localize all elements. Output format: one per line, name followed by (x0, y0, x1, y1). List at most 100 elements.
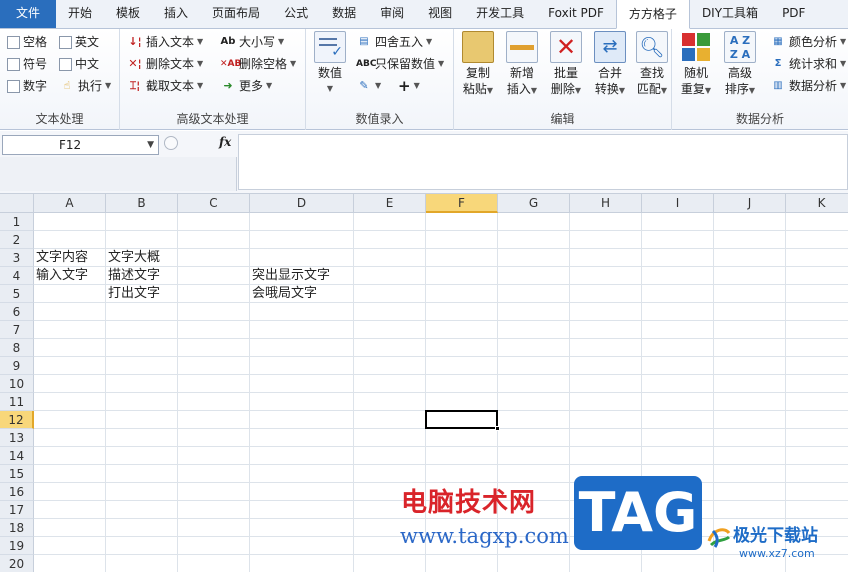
row-header[interactable]: 8 (0, 339, 34, 357)
row-header[interactable]: 2 (0, 231, 34, 249)
delete-text-button[interactable]: ✕¦ 删除文本 ▼ (127, 54, 203, 74)
extract-text-button[interactable]: ⌶¦ 截取文本 ▼ (127, 76, 203, 96)
button-label: 重复 (680, 82, 705, 96)
case-button[interactable]: Ab 大小写 ▼ (220, 32, 285, 52)
round-button[interactable]: ▤ 四舍五入 ▼ (356, 32, 432, 52)
keep-value-button[interactable]: ABC 只保留数值 ▼ (356, 54, 444, 74)
data-analysis-button[interactable]: ▥ 数据分析 ▼ (770, 76, 846, 96)
copy-paste-button[interactable]: 复制 粘贴▼ (456, 31, 500, 99)
checkbox-number[interactable]: 数字 (7, 76, 47, 96)
row-header[interactable]: 5 (0, 285, 34, 303)
column-header[interactable]: A (34, 194, 106, 213)
checkbox-box[interactable] (7, 79, 20, 93)
stat-sum-button[interactable]: Σ 统计求和 ▼ (770, 54, 847, 74)
row-header[interactable]: 12 (0, 411, 34, 429)
cell-b3[interactable]: 文字大概 (106, 249, 160, 267)
row-header[interactable]: 7 (0, 321, 34, 339)
column-header[interactable]: D (250, 194, 354, 213)
column-header[interactable]: J (714, 194, 786, 213)
checkbox-box[interactable] (59, 35, 72, 49)
row-header[interactable]: 6 (0, 303, 34, 321)
row-header[interactable]: 19 (0, 537, 34, 555)
cell-b4[interactable]: 描述文字 (106, 267, 160, 285)
chevron-down-icon: ▼ (840, 81, 847, 90)
delete-space-button[interactable]: ✕AB 删除空格 ▼ (220, 54, 296, 74)
column-header[interactable]: G (498, 194, 570, 213)
column-header[interactable]: F (426, 194, 498, 213)
column-header[interactable]: I (642, 194, 714, 213)
column-header[interactable]: H (570, 194, 642, 213)
row-header[interactable]: 3 (0, 249, 34, 267)
tab-file[interactable]: 文件 (0, 0, 56, 28)
checkbox-box[interactable] (7, 35, 20, 49)
select-all-corner[interactable] (0, 194, 34, 213)
checkbox-symbol[interactable]: 符号 (7, 54, 47, 74)
edit-entry-button[interactable]: ✎ ▼ (356, 76, 381, 96)
button-label: 颜色分析 (789, 35, 838, 49)
color-analysis-button[interactable]: ▦ 颜色分析 ▼ (770, 32, 846, 52)
column-header[interactable]: B (106, 194, 178, 213)
tab-home[interactable]: 开始 (56, 0, 104, 28)
row-header[interactable]: 1 (0, 213, 34, 231)
tab-fangfang[interactable]: 方方格子 (615, 0, 690, 29)
cell-b5[interactable]: 打出文字 (106, 285, 160, 303)
column-header[interactable]: C (178, 194, 250, 213)
tab-review[interactable]: 审阅 (368, 0, 416, 28)
checkbox-chinese[interactable]: 中文 (59, 54, 99, 74)
tab-diy-toolbox[interactable]: DIY工具箱 (690, 0, 770, 28)
row-header[interactable]: 20 (0, 555, 34, 572)
checkbox-space[interactable]: 空格 (7, 32, 47, 52)
extract-text-icon: ⌶¦ (129, 79, 141, 92)
find-match-button[interactable]: 🔍︎ 查找 匹配▼ (630, 31, 674, 99)
active-cell-selection[interactable] (425, 410, 500, 431)
checkbox-english[interactable]: 英文 (59, 32, 99, 52)
cell-a4[interactable]: 输入文字 (34, 267, 88, 285)
cell-d4[interactable]: 突出显示文字 (250, 267, 330, 285)
column-header[interactable]: K (786, 194, 848, 213)
tab-developer[interactable]: 开发工具 (464, 0, 536, 28)
batch-delete-button[interactable]: ✕ 批量 删除▼ (544, 31, 588, 99)
plus-button[interactable]: + ▼ (398, 76, 420, 96)
name-box[interactable]: F12 ▼ (2, 135, 159, 155)
row-header[interactable]: 4 (0, 267, 34, 285)
insert-row-icon (506, 31, 538, 63)
row-header[interactable]: 9 (0, 357, 34, 375)
tab-page-layout[interactable]: 页面布局 (200, 0, 272, 28)
row-header[interactable]: 13 (0, 429, 34, 447)
execute-button[interactable]: ☝ 执行 ▼ (59, 76, 112, 96)
merge-convert-button[interactable]: ⇄ 合并 转换▼ (588, 31, 632, 99)
fx-icon[interactable]: fx (219, 135, 231, 149)
expand-handle-icon[interactable] (164, 136, 178, 150)
row-header[interactable]: 18 (0, 519, 34, 537)
row-header[interactable]: 10 (0, 375, 34, 393)
insert-text-button[interactable]: ↓¦ 插入文本 ▼ (127, 32, 203, 52)
grid-line (34, 374, 848, 375)
checkbox-box[interactable] (59, 57, 72, 71)
tab-data[interactable]: 数据 (320, 0, 368, 28)
button-label: 转换 (594, 82, 619, 96)
value-button[interactable]: ✓ 数值 ▼ (308, 31, 352, 97)
more-button[interactable]: ➜ 更多 ▼ (220, 76, 272, 96)
tab-view[interactable]: 视图 (416, 0, 464, 28)
new-insert-button[interactable]: 新增 插入▼ (500, 31, 544, 99)
row-header[interactable]: 15 (0, 465, 34, 483)
chevron-down-icon: ▼ (618, 86, 626, 95)
row-header[interactable]: 14 (0, 447, 34, 465)
cell-a3[interactable]: 文字内容 (34, 249, 88, 267)
row-header[interactable]: 11 (0, 393, 34, 411)
cell-d5[interactable]: 会哦局文字 (250, 285, 317, 303)
tab-formulas[interactable]: 公式 (272, 0, 320, 28)
row-header[interactable]: 16 (0, 483, 34, 501)
tab-template[interactable]: 模板 (104, 0, 152, 28)
formula-input[interactable] (238, 134, 848, 190)
tab-foxit-pdf[interactable]: Foxit PDF (536, 0, 616, 28)
fill-handle[interactable] (495, 426, 500, 431)
tab-insert[interactable]: 插入 (152, 0, 200, 28)
advanced-sort-button[interactable]: A ZZ A 高级 排序▼ (718, 31, 762, 99)
row-header[interactable]: 17 (0, 501, 34, 519)
chevron-down-icon[interactable]: ▼ (147, 136, 154, 154)
tab-pdf[interactable]: PDF (770, 0, 817, 28)
checkbox-box[interactable] (7, 57, 20, 71)
column-header[interactable]: E (354, 194, 426, 213)
random-repeat-button[interactable]: 随机 重复▼ (674, 31, 718, 99)
